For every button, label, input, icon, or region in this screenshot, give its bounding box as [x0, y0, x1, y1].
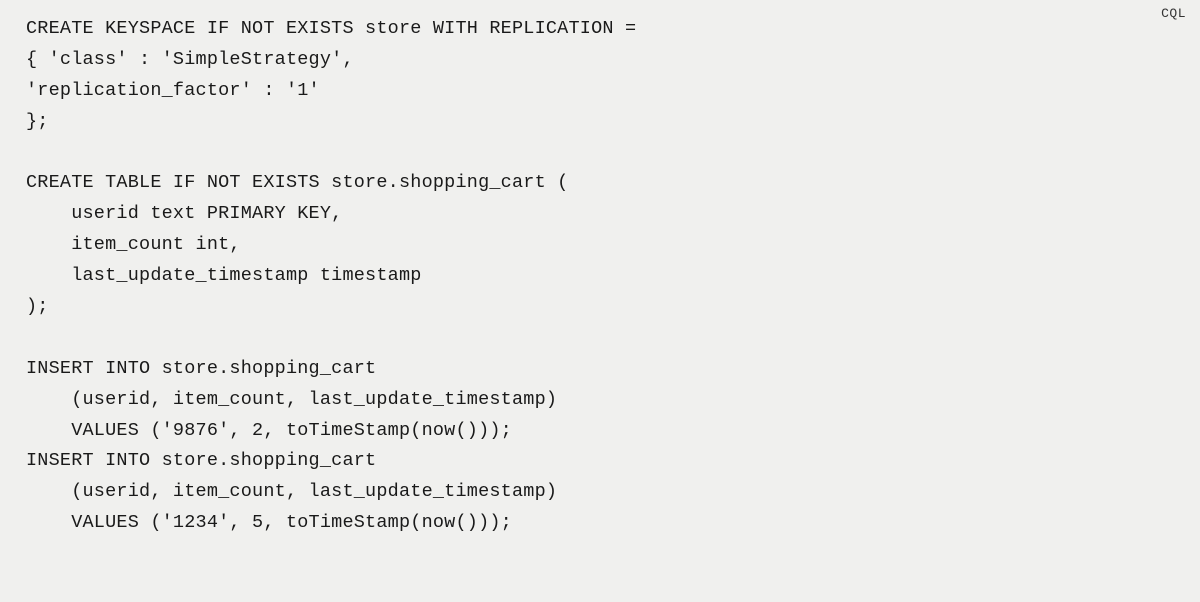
code-block: CQL CREATE KEYSPACE IF NOT EXISTS store …: [0, 0, 1200, 602]
code-content[interactable]: CREATE KEYSPACE IF NOT EXISTS store WITH…: [26, 14, 1174, 539]
language-label: CQL: [1161, 6, 1186, 21]
